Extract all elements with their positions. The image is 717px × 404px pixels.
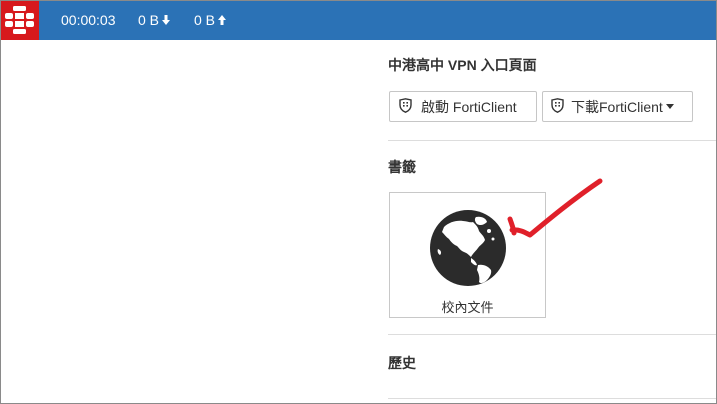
globe-icon — [429, 209, 507, 292]
forticlient-shield-icon — [399, 97, 412, 116]
bytes-sent: 0 B — [194, 12, 227, 28]
download-forticlient-dropdown[interactable]: 下載FortiClient — [542, 91, 693, 122]
bookmark-school-documents[interactable]: 校內文件 — [389, 192, 546, 318]
download-forticlient-label: 下載FortiClient — [571, 98, 663, 115]
section-divider — [388, 140, 716, 141]
bookmarks-heading: 書籤 — [388, 159, 416, 175]
launch-forticlient-label: 啟動 FortiClient — [421, 98, 517, 115]
history-heading: 歷史 — [388, 355, 416, 371]
bytes-received: 0 B — [138, 12, 171, 28]
forticlient-shield-icon — [551, 97, 564, 116]
caret-down-icon — [665, 104, 674, 109]
bookmark-label: 校內文件 — [441, 300, 494, 315]
section-divider — [388, 398, 716, 399]
arrow-down-icon — [161, 12, 171, 31]
top-bar: 00:00:03 0 B 0 B — [0, 0, 717, 40]
window-border — [0, 0, 717, 404]
launch-forticlient-button[interactable]: 啟動 FortiClient — [389, 91, 537, 122]
page-title: 中港高中 VPN 入口頁面 — [388, 57, 537, 73]
section-divider — [388, 334, 716, 335]
fortinet-logo-icon[interactable] — [0, 0, 39, 40]
arrow-up-icon — [217, 12, 227, 31]
session-timer: 00:00:03 — [61, 12, 116, 28]
